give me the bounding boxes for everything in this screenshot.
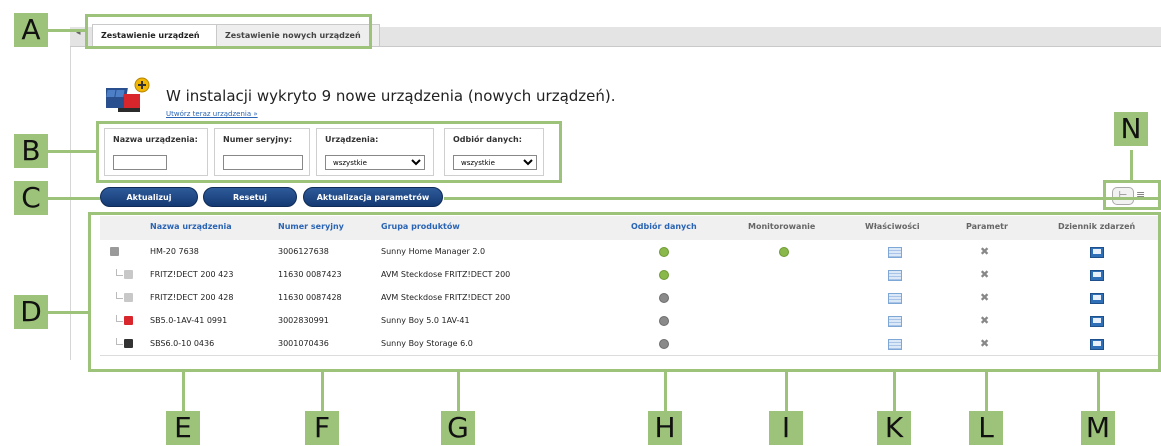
connector-c-ext xyxy=(444,197,1161,200)
new-devices-icon xyxy=(102,76,152,114)
connector-b xyxy=(48,150,98,153)
callout-e: E xyxy=(166,411,200,445)
callout-c: C xyxy=(14,181,48,215)
create-devices-link[interactable]: Utwórz teraz urządzenia » xyxy=(166,110,258,118)
callout-b: B xyxy=(14,134,48,168)
callout-d: D xyxy=(14,295,48,329)
callout-a: A xyxy=(14,13,48,47)
connector-d xyxy=(48,311,90,314)
connector-n xyxy=(1130,150,1133,182)
update-parameters-button[interactable]: Aktualizacja parametrów xyxy=(303,187,443,207)
callout-i: I xyxy=(769,411,803,445)
callout-h: H xyxy=(648,411,682,445)
callout-g: G xyxy=(441,411,475,445)
reset-button[interactable]: Resetuj xyxy=(203,187,297,207)
callout-frame-tabs xyxy=(85,14,372,49)
new-devices-message: W instalacji wykryto 9 nowe urządzenia (… xyxy=(166,87,616,105)
connector-a xyxy=(48,29,86,32)
callout-k: K xyxy=(877,411,911,445)
callout-frame-table xyxy=(88,212,1161,372)
callout-frame-view-toggle xyxy=(1103,180,1161,210)
callout-f: F xyxy=(305,411,339,445)
callout-n: N xyxy=(1114,112,1148,146)
refresh-button[interactable]: Aktualizuj xyxy=(100,187,198,207)
callout-frame-filters xyxy=(96,121,562,183)
callout-l: L xyxy=(969,411,1003,445)
connector-c xyxy=(48,197,100,200)
callout-m: M xyxy=(1081,411,1115,445)
